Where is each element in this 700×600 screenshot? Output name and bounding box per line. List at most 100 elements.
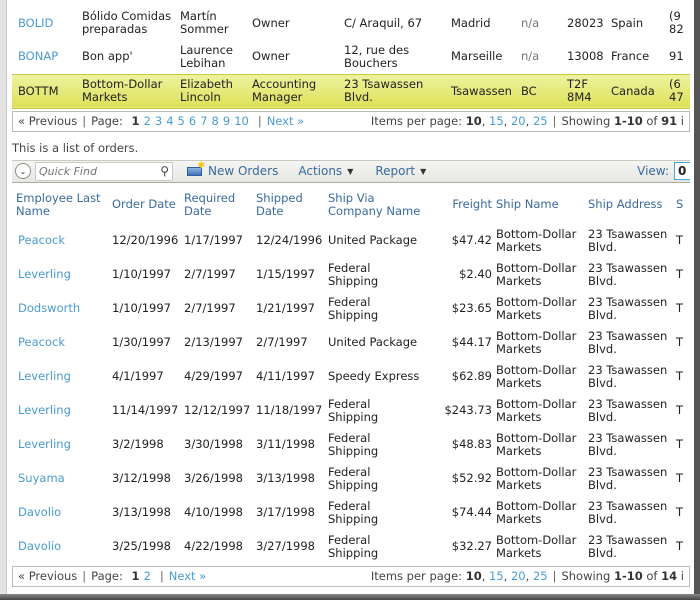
order-date-cell: 1/10/1997 [112,301,171,315]
column-header[interactable]: Required Date [184,186,256,224]
previous-page-link[interactable]: « Previous [18,569,77,583]
next-page-link[interactable]: Next » [169,569,206,583]
employee-link[interactable]: Leverling [18,267,71,281]
customers-grid: BOLID Bólido Comidas preparadas Martín Somme… [12,6,690,109]
cell-line: Employee Last [16,190,101,205]
employee-link[interactable]: Davolio [18,539,61,553]
new-orders-button[interactable]: ✱ New Orders [187,161,279,178]
column-header[interactable]: Ship Address [588,186,676,224]
order-row[interactable]: Suyama 3/12/1998 3/26/1998 3/13/1998 Federal… [12,462,690,496]
cell-line: Bottom-Dollar [496,464,577,479]
cell-line: Bottom-Dollar [496,294,577,309]
page-link[interactable]: 3 [155,114,162,128]
phone-cell: (6 47 [669,73,690,109]
search-icon[interactable]: ⚲ [160,164,169,178]
cell-line: Bottom-Dollar [496,498,577,513]
order-date-cell: 12/20/1996 [112,233,179,247]
cell-line: Lincoln [180,90,221,104]
employee-link[interactable]: Peacock [18,233,65,247]
actions-menu-button[interactable]: Actions ▼ [298,164,353,178]
cell-line: (6 [669,77,681,91]
shipped-date-cell: 3/17/1998 [256,505,315,519]
page-size-link[interactable]: 15 [489,569,504,583]
cell-line: Blvd. [588,341,617,356]
customer-id-link[interactable]: BOLID [12,16,53,30]
new-orders-label: New Orders [208,164,279,178]
order-row[interactable]: Dodsworth 1/10/1997 2/7/1997 1/21/1997 Feder… [12,292,690,326]
customer-id-link[interactable]: BONAP [12,49,58,63]
order-row[interactable]: Davolio 3/13/1998 4/10/1998 3/17/1998 Federa… [12,496,690,530]
customer-row[interactable]: BONAP Bon app' Laurence Lebihan Owner 12, rue… [12,40,690,74]
shipped-date-cell: 1/15/1997 [256,267,315,281]
cell-line: Markets [496,273,542,288]
column-header[interactable]: Employee Last Name [12,186,112,224]
cell-line: Shipping [328,545,379,560]
page-link[interactable]: 7 [200,114,207,128]
customer-row[interactable]: BOLID Bólido Comidas preparadas Martín Somme… [12,6,690,40]
cell-line: Shipping [328,273,379,288]
cell-line: S [676,197,684,211]
employee-link[interactable]: Leverling [18,437,71,451]
cell-line: Bouchers [344,55,398,70]
column-header[interactable]: Freight [430,186,492,224]
quick-find-input[interactable] [36,163,146,179]
customer-row[interactable]: BOTTM Bottom-Dollar Markets Elizabeth Lincol… [12,73,690,109]
page-size-link[interactable]: 25 [533,569,548,583]
page-link[interactable]: 8 [212,114,219,128]
employee-cell: Peacock [12,224,112,258]
ship-name-cell: Bottom-Dollar Markets [492,530,588,564]
cell-line: Sommer [180,22,229,36]
ship-address-cell: 23 Tsawassen Blvd. [588,462,676,496]
previous-page-link[interactable]: « Previous [18,114,77,128]
current-page-size: 10 [465,569,482,583]
page-link[interactable]: 2 [144,569,151,583]
shipped-date-cell: 3/27/1998 [256,539,315,553]
column-header[interactable]: Shipped Date [256,186,328,224]
column-header[interactable]: S [676,186,690,224]
window-frame-right [694,0,700,600]
employee-link[interactable]: Leverling [18,403,71,417]
customer-id-link[interactable]: BOTTM [12,84,59,98]
page-size-link[interactable]: 20 [511,569,526,583]
toggle-quick-find-button[interactable]: ⌄ [15,163,31,179]
page-size-link[interactable]: 20 [511,114,526,128]
page-link[interactable]: 5 [178,114,185,128]
cell-line: Ship Via [328,190,375,205]
page-link[interactable]: 9 [223,114,230,128]
order-row[interactable]: Peacock 12/20/1996 1/17/1997 12/24/1996 Unit… [12,224,690,258]
page-link[interactable]: 6 [189,114,196,128]
column-header[interactable]: Order Date [112,186,184,224]
order-row[interactable]: Leverling 11/14/1997 12/12/1997 11/18/1997 F… [12,394,690,428]
region-cell: BC [521,73,567,109]
column-header[interactable]: Ship Via Company Name [328,186,430,224]
orders-toolbar: ⌄ ⚲ ✱ New Orders Actions ▼ Report ▼ View: … [12,159,690,183]
employee-link[interactable]: Leverling [18,369,71,383]
next-page-link[interactable]: Next » [267,114,304,128]
order-row[interactable]: Peacock 1/30/1997 2/13/1997 2/7/1997 United … [12,326,690,360]
page-size-link[interactable]: 25 [533,114,548,128]
cell-line: Date [184,203,212,218]
report-menu-button[interactable]: Report ▼ [375,164,426,178]
order-row[interactable]: Leverling 1/10/1997 2/7/1997 1/15/1997 Feder… [12,258,690,292]
cell-line: Bólido Comidas [82,9,172,23]
cell-line: Bottom-Dollar [496,532,577,547]
page-link[interactable]: 4 [166,114,173,128]
cell-line: 12, rue des [344,42,410,57]
employee-link[interactable]: Suyama [18,471,65,485]
page-size-link[interactable]: 15 [489,114,504,128]
cell-line: 91 [669,49,684,64]
column-header[interactable]: Ship Name [492,186,588,224]
current-page-size: 10 [465,114,482,128]
title-cell: Owner [252,6,344,40]
view-select[interactable]: 0 [674,161,690,180]
employee-link[interactable]: Peacock [18,335,65,349]
contact-cell: Laurence Lebihan [180,40,252,74]
employee-link[interactable]: Davolio [18,505,61,519]
employee-link[interactable]: Dodsworth [18,301,80,315]
order-row[interactable]: Davolio 3/25/1998 4/22/1998 3/27/1998 Federa… [12,530,690,564]
ship-via-cell: United Package [328,326,430,360]
page-link[interactable]: 2 [144,114,151,128]
order-row[interactable]: Leverling 3/2/1998 3/30/1998 3/11/1998 Feder… [12,428,690,462]
order-row[interactable]: Leverling 4/1/1997 4/29/1997 4/11/1997 Speed… [12,360,690,394]
page-link[interactable]: 10 [234,114,249,128]
